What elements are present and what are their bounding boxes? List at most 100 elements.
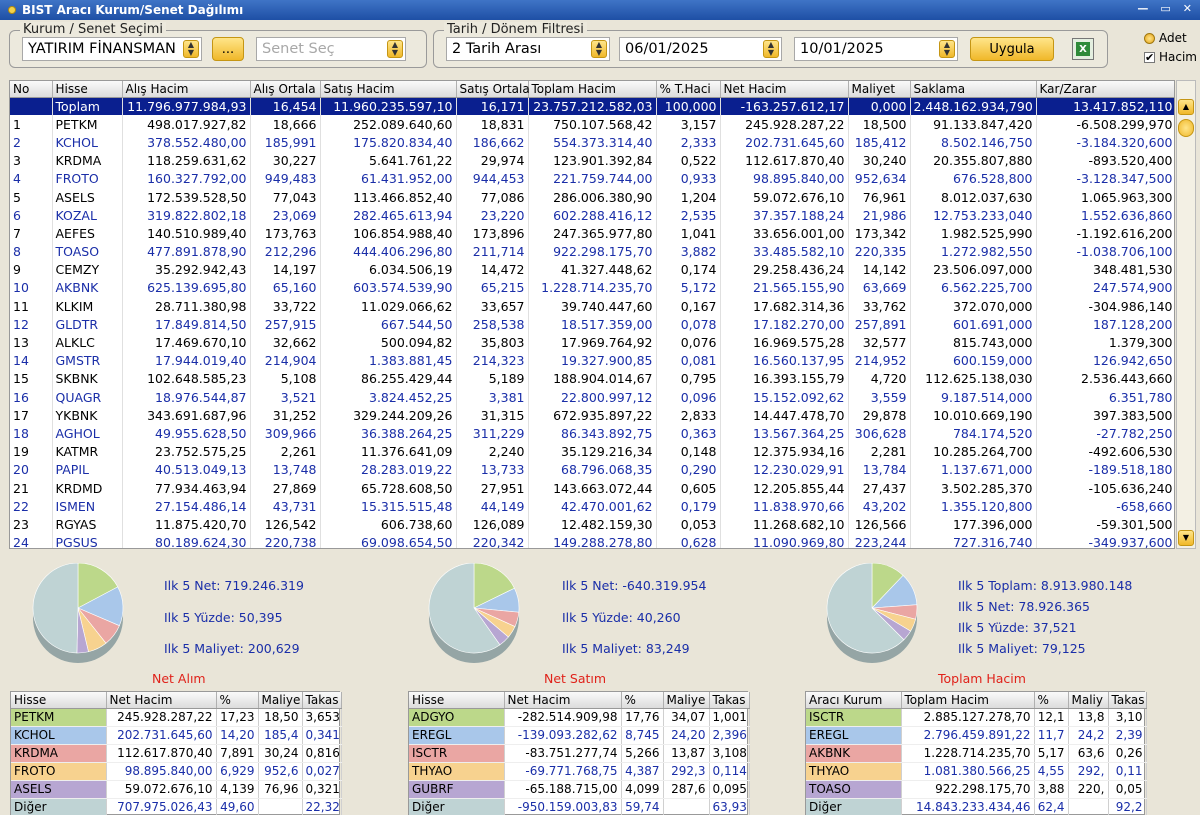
column-header[interactable]: Hisse: [11, 692, 107, 709]
column-header[interactable]: % T.Haci: [656, 81, 721, 98]
opt-adet[interactable]: Adet: [1144, 31, 1187, 45]
distribution-table[interactable]: No Hisse Alış Hacim Alış Ortala Satış Hacim S…: [9, 80, 1175, 549]
list-item[interactable]: KRDMA 112.617.870,40 7,891 30,24 0,816: [11, 744, 342, 763]
table-row[interactable]: 4 FROTO 160.327.792,00 949,483 61.431.952,00…: [10, 169, 1174, 188]
list-item[interactable]: ADGYO -282.514.909,98 17,76 34,07 1,001: [409, 708, 750, 727]
table-row[interactable]: 2 KCHOL 378.552.480,00 185,991 175.820.834,4…: [10, 133, 1174, 152]
table-scrollbar[interactable]: ▲ ▼: [1176, 80, 1196, 549]
column-header[interactable]: Hisse: [52, 81, 123, 98]
list-item[interactable]: ASELS 59.072.676,10 4,139 76,96 0,321: [11, 780, 342, 799]
maximize-icon[interactable]: ▭: [1160, 2, 1170, 15]
radio-adet-icon[interactable]: [1144, 32, 1155, 44]
list-item[interactable]: AKBNK 1.228.714.235,70 5,17 63,6 0,26: [806, 744, 1147, 763]
column-header[interactable]: Takas: [709, 692, 750, 709]
table-row[interactable]: 7 AEFES 140.510.989,40 173,763 106.854.988,4…: [10, 224, 1174, 243]
period-select[interactable]: 2 Tarih Arası ▲ ▼: [446, 37, 610, 61]
apply-button[interactable]: Uygula: [970, 37, 1054, 61]
table-cell: -1.038.706,100: [1036, 242, 1174, 261]
list-item[interactable]: THYAO -69.771.768,75 4,387 292,3 0,114: [409, 762, 750, 781]
chevron-updown-icon[interactable]: ▲ ▼: [591, 40, 607, 58]
senet-select[interactable]: Senet Seç ▲ ▼: [256, 37, 406, 61]
chevron-updown-icon[interactable]: ▲ ▼: [183, 40, 199, 58]
net-satim-table[interactable]: Hisse Net Hacim% Maliye Takas ADGYO -282.514…: [408, 691, 750, 815]
list-item[interactable]: EREGL 2.796.459.891,22 11,7 24,2 2,39: [806, 726, 1147, 745]
column-header[interactable]: Alış Hacim: [122, 81, 251, 98]
column-header[interactable]: %: [621, 692, 664, 709]
column-header[interactable]: No: [10, 81, 53, 98]
chevron-updown-icon[interactable]: ▲ ▼: [387, 40, 403, 58]
table-row[interactable]: 11 KLKIM 28.711.380,98 33,722 11.029.066,62 3…: [10, 297, 1174, 316]
list-item[interactable]: THYAO 1.081.380.566,25 4,55 292, 0,11: [806, 762, 1147, 781]
list-item[interactable]: EREGL -139.093.282,62 8,745 24,20 2,396: [409, 726, 750, 745]
table-row[interactable]: 8 TOASO 477.891.878,90 212,296 444.406.296,8…: [10, 242, 1174, 261]
column-header[interactable]: %: [216, 692, 259, 709]
list-item[interactable]: TOASO 922.298.175,70 3,88 220, 0,05: [806, 780, 1147, 799]
list-item[interactable]: ISCTR -83.751.277,74 5,266 13,87 3,108: [409, 744, 750, 763]
table-row[interactable]: 22 ISMEN 27.154.486,14 43,731 15.315.515,48 4…: [10, 497, 1174, 516]
table-row[interactable]: 13 ALKLC 17.469.670,10 32,662 500.094,82 35,8…: [10, 333, 1174, 352]
column-header[interactable]: Toplam Hacim: [528, 81, 657, 98]
table-row[interactable]: 10 AKBNK 625.139.695,80 65,160 603.574.539,9…: [10, 278, 1174, 298]
start-date-field[interactable]: 06/01/2025 ▲ ▼: [619, 37, 782, 61]
column-header[interactable]: Aracı Kurum: [806, 692, 902, 709]
end-date-field[interactable]: 10/01/2025 ▲ ▼: [794, 37, 958, 61]
list-item[interactable]: ISCTR 2.885.127.278,70 12,1 13,8 3,10: [806, 708, 1147, 727]
list-item[interactable]: Diğer 707.975.026,43 49,60 22,32: [11, 798, 342, 815]
column-header[interactable]: Maliy: [1068, 692, 1109, 709]
list-item[interactable]: Diğer -950.159.003,83 59,74 63,93: [409, 798, 750, 815]
column-header[interactable]: Toplam Hacim: [901, 692, 1035, 709]
table-cell: 2.796.459.891,22: [901, 726, 1035, 745]
table-row[interactable]: 15 SKBNK 102.648.585,23 5,108 86.255.429,44 5…: [10, 369, 1174, 388]
net-alim-table[interactable]: Hisse Net Hacim% Maliye Takas PETKM 245.928.…: [10, 691, 342, 815]
column-header[interactable]: Saklama: [910, 81, 1037, 98]
column-header[interactable]: Maliye: [258, 692, 303, 709]
chevron-updown-icon[interactable]: ▲ ▼: [763, 40, 779, 58]
table-row[interactable]: 20 PAPIL 40.513.049,13 13,748 28.283.019,22 1…: [10, 460, 1174, 479]
excel-export-button[interactable]: X: [1072, 38, 1094, 60]
list-item[interactable]: KCHOL 202.731.645,60 14,20 185,4 0,341: [11, 726, 342, 745]
column-header[interactable]: Maliyet: [848, 81, 911, 98]
table-row[interactable]: 1 PETKM 498.017.927,82 18,666 252.089.640,60…: [10, 115, 1174, 134]
column-header[interactable]: Satış Ortala: [456, 81, 530, 98]
column-header[interactable]: Net Hacim: [504, 692, 622, 709]
column-header[interactable]: Alış Ortala: [250, 81, 321, 98]
column-header[interactable]: Satış Hacim: [320, 81, 457, 98]
column-header[interactable]: Kar/Zarar: [1036, 81, 1174, 98]
table-row[interactable]: 17 YKBNK 343.691.687,96 31,252 329.244.209,2…: [10, 406, 1174, 425]
opt-hacim[interactable]: ✔ Hacim: [1144, 50, 1197, 64]
scroll-down-icon[interactable]: ▼: [1178, 530, 1194, 546]
table-row[interactable]: 3 KRDMA 118.259.631,62 30,227 5.641.761,22 29…: [10, 151, 1174, 170]
column-header[interactable]: Takas: [1108, 692, 1147, 709]
column-header[interactable]: Net Hacim: [106, 692, 217, 709]
table-row[interactable]: 9 CEMZY 35.292.942,43 14,197 6.034.506,19 14,…: [10, 260, 1174, 279]
list-item[interactable]: GUBRF -65.188.715,00 4,099 287,6 0,095: [409, 780, 750, 799]
scroll-up-icon[interactable]: ▲: [1178, 99, 1194, 115]
column-header[interactable]: Maliye: [663, 692, 710, 709]
table-row[interactable]: 18 AGHOL 49.955.628,50 309,966 36.388.264,25…: [10, 424, 1174, 443]
column-header[interactable]: Hisse: [409, 692, 505, 709]
table-row[interactable]: 12 GLDTR 17.849.814,50 257,915 667.544,50 258…: [10, 315, 1174, 334]
list-item[interactable]: PETKM 245.928.287,22 17,23 18,50 3,653: [11, 708, 342, 727]
scroll-thumb[interactable]: [1178, 119, 1194, 137]
toplam-hacim-table[interactable]: Aracı Kurum Toplam Hacim% Maliy Takas ISCTR…: [805, 691, 1147, 815]
table-row[interactable]: 23 RGYAS 11.875.420,70 126,542 606.738,60 126…: [10, 515, 1174, 534]
table-row[interactable]: 5 ASELS 172.539.528,50 77,043 113.466.852,40…: [10, 187, 1174, 207]
more-button[interactable]: ...: [212, 37, 244, 61]
column-header[interactable]: %: [1034, 692, 1069, 709]
table-row[interactable]: 21 KRDMD 77.934.463,94 27,869 65.728.608,50 2…: [10, 478, 1174, 498]
table-row[interactable]: 14 GMSTR 17.944.019,40 214,904 1.383.881,45 2…: [10, 351, 1174, 370]
minimize-icon[interactable]: —: [1137, 2, 1148, 15]
chevron-updown-icon[interactable]: ▲ ▼: [939, 40, 955, 58]
list-item[interactable]: FROTO 98.895.840,00 6,929 952,6 0,027: [11, 762, 342, 781]
table-row[interactable]: 16 QUAGR 18.976.544,87 3,521 3.824.452,25 3,3…: [10, 388, 1174, 407]
kurum-select[interactable]: YATIRIM FİNANSMAN ▲ ▼: [22, 37, 202, 61]
total-row[interactable]: Toplam 11.796.977.984,93 16,454 11.960.235.…: [10, 97, 1174, 116]
list-item[interactable]: Diğer 14.843.233.434,46 62,4 92,2: [806, 798, 1147, 815]
table-row[interactable]: 6 KOZAL 319.822.802,18 23,069 282.465.613,94…: [10, 206, 1174, 225]
table-row[interactable]: 24 PGSUS 80.189.624,30 220,738 69.098.654,50…: [10, 533, 1174, 548]
check-hacim-icon[interactable]: ✔: [1144, 51, 1155, 63]
table-row[interactable]: 19 KATMR 23.752.575,25 2,261 11.376.641,09 2,…: [10, 442, 1174, 461]
column-header[interactable]: Takas: [302, 692, 342, 709]
column-header-sorted[interactable]: Net Hacim: [720, 81, 849, 98]
close-icon[interactable]: ✕: [1183, 2, 1192, 15]
